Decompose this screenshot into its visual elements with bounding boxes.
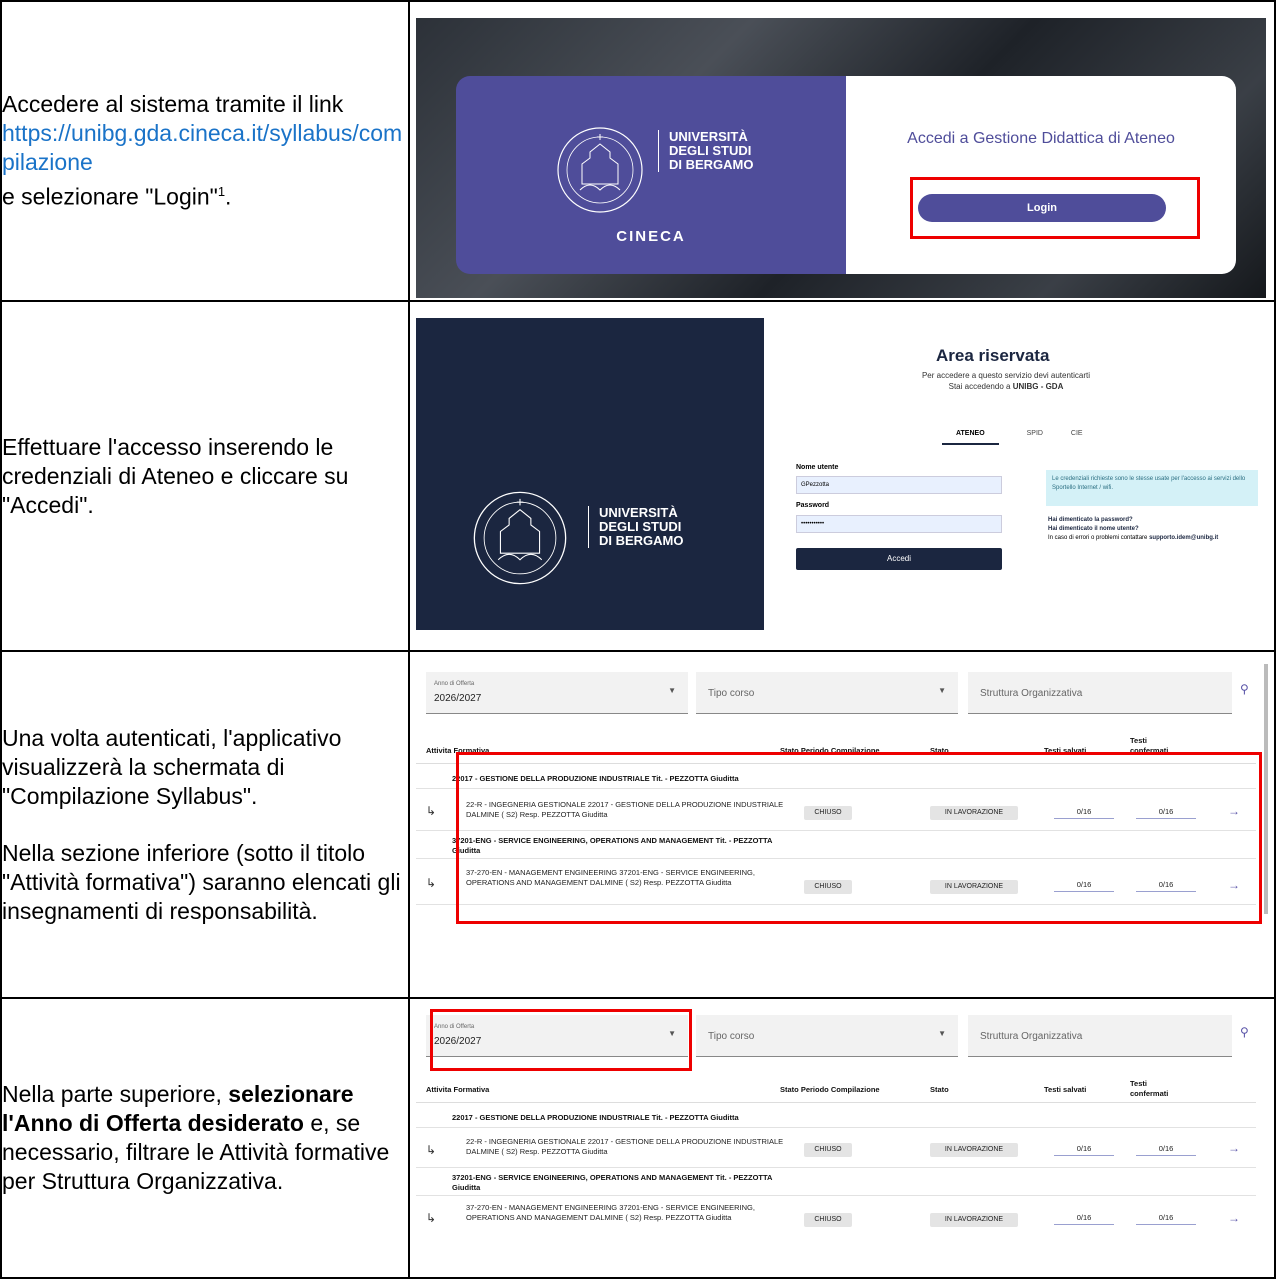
forgot-password-link[interactable]: Hai dimenticato la password? (1048, 517, 1133, 523)
subdirectory-arrow-icon: ↳ (426, 1211, 437, 1225)
course-description: 37-270-EN - MANAGEMENT ENGINEERING 37201… (466, 1203, 755, 1222)
confirmed-count: 0/16 (1136, 1144, 1196, 1156)
auth-subtitle: Per accedere a questo servizio devi aute… (921, 371, 1091, 391)
table-header: Attivita Formativa Stato Periodo Compila… (416, 1075, 1256, 1103)
auth-tabs: ATENEO SPID CIE (942, 430, 1109, 445)
confirmed-count: 0/16 (1136, 1213, 1196, 1225)
tab-spid[interactable]: SPID (1027, 430, 1043, 437)
chevron-down-icon: ▼ (938, 1029, 946, 1038)
structure-filter[interactable]: Struttura Organizzativa (968, 672, 1232, 714)
tab-cie[interactable]: CIE (1071, 430, 1083, 437)
forgot-username-link[interactable]: Hai dimenticato il nome utente? (1048, 526, 1139, 532)
step2-text: Effettuare l'accesso inserendo le creden… (2, 433, 349, 518)
step4-lead: Nella parte superiore, (2, 1081, 222, 1107)
period-state-badge: CHIUSO (804, 1143, 852, 1157)
step3-text-1: Una volta autenticati, l'applicativo vis… (2, 724, 342, 809)
chevron-down-icon: ▼ (668, 686, 676, 695)
tab-ateneo[interactable]: ATENEO (942, 430, 999, 445)
saved-count: 0/16 (1054, 1213, 1114, 1225)
credentials-info: Le credenziali richieste sono le stesse … (1046, 470, 1258, 506)
chevron-down-icon: ▼ (938, 686, 946, 695)
subdirectory-arrow-icon: ↳ (426, 876, 437, 890)
filter-screenshot: Anno di Offerta 2026/2027 ▼ Tipo corso ▼… (408, 997, 1276, 1279)
login-heading: Accedi a Gestione Didattica di Ateneo (907, 130, 1175, 147)
syllabus-screenshot: Anno di Offerta 2026/2027 ▼ Tipo corso ▼… (408, 650, 1276, 999)
group-title: 22017 - GESTIONE DELLA PRODUZIONE INDUST… (452, 1113, 739, 1122)
password-field[interactable]: ••••••••••• (796, 515, 1002, 533)
course-type-filter[interactable]: Tipo corso ▼ (696, 672, 958, 714)
step2-instructions: Effettuare l'accesso inserendo le creden… (0, 300, 410, 652)
year-filter[interactable]: Anno di Offerta 2026/2027 ▼ (426, 672, 688, 714)
year-filter-highlight (430, 1009, 692, 1071)
login-highlight (910, 177, 1200, 239)
saved-count: 0/16 (1054, 1144, 1114, 1156)
subdirectory-arrow-icon: ↳ (426, 1143, 437, 1157)
auth-screenshot: UNIVERSITÀ DEGLI STUDI DI BERGAMO Area r… (408, 300, 1276, 652)
auth-title: Area riservata (936, 346, 1050, 365)
login-screenshot: UNIVERSITÀ DEGLI STUDI DI BERGAMO CINECA… (408, 0, 1276, 302)
step1-instructions: Accedere al sistema tramite il link http… (0, 0, 410, 302)
username-label: Nome utente (796, 464, 839, 471)
footnote-mark: 1 (217, 184, 226, 200)
accedi-button[interactable]: Accedi (796, 548, 1002, 570)
step3-text-2: Nella sezione inferiore (sotto il titolo… (2, 839, 401, 924)
step1-text: Accedere al sistema tramite il link (2, 91, 344, 118)
cineca-logo: CINECA (616, 228, 686, 245)
step3-instructions: Una volta autenticati, l'applicativo vis… (0, 650, 410, 999)
login-card: UNIVERSITÀ DEGLI STUDI DI BERGAMO CINECA… (456, 76, 1236, 274)
search-icon[interactable]: ⚲ (1240, 682, 1249, 696)
course-type-filter[interactable]: Tipo corso ▼ (696, 1015, 958, 1057)
period-state-badge: CHIUSO (804, 1213, 852, 1227)
scrollbar[interactable] (1264, 664, 1268, 914)
password-label: Password (796, 502, 830, 509)
step4-instructions: Nella parte superiore, selezionare l'Ann… (0, 997, 410, 1279)
gda-link[interactable]: https://unibg.gda.cineca.it/syllabus/com… (2, 120, 402, 175)
arrow-right-icon[interactable]: → (1228, 1211, 1240, 1225)
university-name: UNIVERSITÀ DEGLI STUDI DI BERGAMO (588, 506, 684, 548)
search-icon[interactable]: ⚲ (1240, 1025, 1249, 1039)
state-badge: IN LAVORAZIONE (930, 1143, 1018, 1157)
username-field[interactable]: GPezzotta (796, 476, 1002, 494)
step1-text-after: e selezionare "Login" (2, 183, 218, 210)
university-name: UNIVERSITÀ DEGLI STUDI DI BERGAMO (658, 130, 754, 172)
subdirectory-arrow-icon: ↳ (426, 804, 437, 818)
arrow-right-icon[interactable]: → (1228, 1141, 1240, 1155)
state-badge: IN LAVORAZIONE (930, 1213, 1018, 1227)
activity-list-highlight (456, 752, 1262, 924)
help-links: Hai dimenticato la password? Hai dimenti… (1048, 517, 1219, 541)
university-seal-icon (557, 127, 643, 213)
structure-filter[interactable]: Struttura Organizzativa (968, 1015, 1232, 1057)
support-email-link[interactable]: supporto.idem@unibg.it (1149, 535, 1218, 541)
group-title: 37201-ENG - SERVICE ENGINEERING, OPERATI… (452, 1173, 773, 1192)
university-seal-icon (473, 491, 567, 585)
course-description: 22-R - INGEGNERIA GESTIONALE 22017 - GES… (466, 1137, 784, 1156)
